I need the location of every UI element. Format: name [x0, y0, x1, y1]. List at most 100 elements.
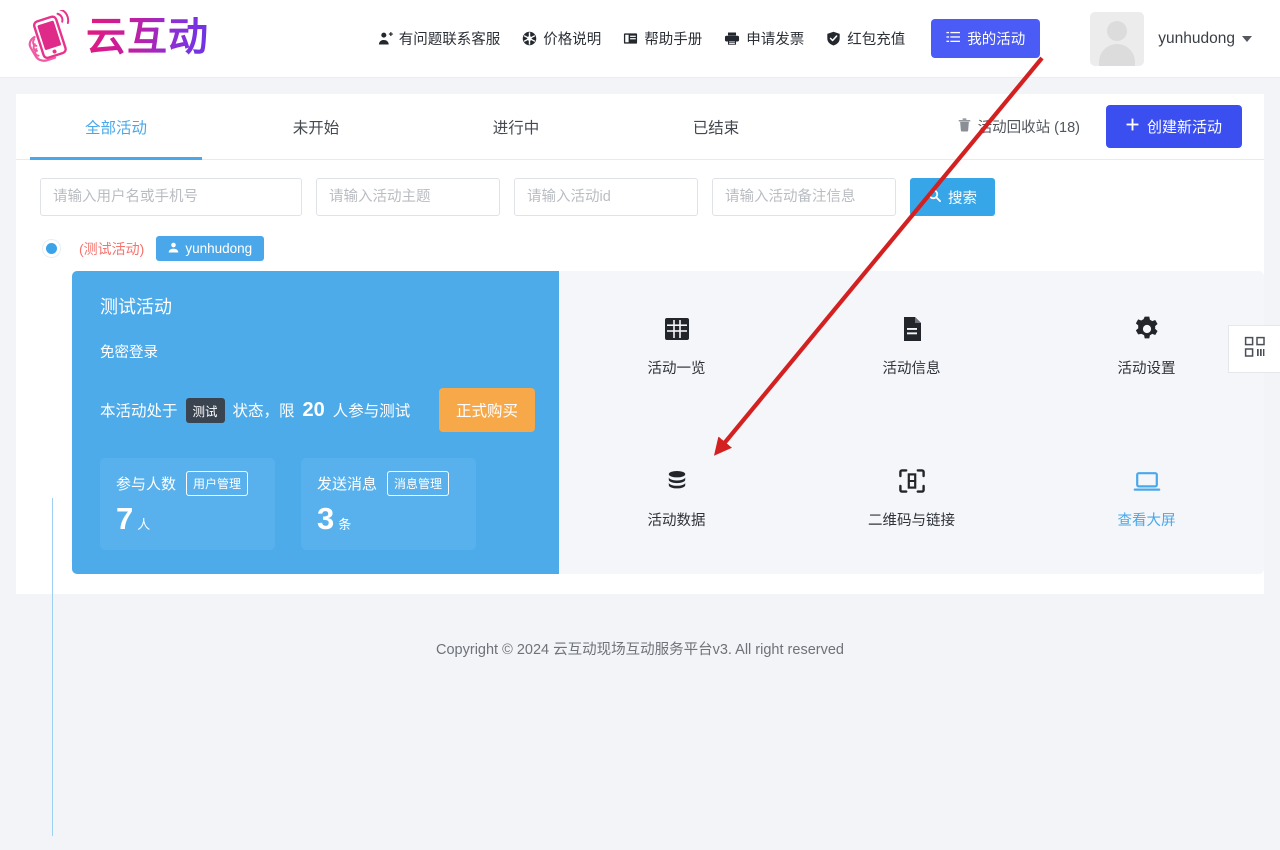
monitor-icon [1133, 467, 1161, 495]
nav-item-redpacket-recharge[interactable]: 红包充值 [826, 28, 905, 49]
activity-status-row: 本活动处于 测试 状态，限 20 人参与测试 正式购买 [100, 388, 535, 432]
my-activities-button[interactable]: 我的活动 [931, 19, 1041, 58]
document-icon [898, 315, 926, 343]
username[interactable]: yunhudong [1158, 30, 1252, 48]
search-input-username[interactable] [40, 178, 302, 216]
nav-label: 红包充值 [847, 32, 906, 48]
stat-value: 3 [317, 501, 335, 536]
activities-card: 全部活动 未开始 进行中 已结束 活动回收站 (18) 创建新活动 请输入用户名… [16, 94, 1264, 836]
user-icon [168, 241, 179, 256]
tab-ended[interactable]: 已结束 [616, 94, 816, 159]
list-icon [946, 30, 961, 48]
activity-status-text: 本活动处于 测试 状态，限 20 人参与测试 [100, 397, 411, 423]
action-qrcode-and-link[interactable]: 二维码与链接 [794, 467, 1029, 530]
search-icon [928, 188, 941, 206]
stat-label: 参与人数 [116, 476, 177, 493]
stat-value: 7 [116, 501, 134, 536]
nav-label: 有问题联系客服 [398, 32, 501, 48]
nav-item-contact-support[interactable]: 有问题联系客服 [378, 28, 501, 49]
status-prefix: 本活动处于 [100, 403, 178, 420]
logo[interactable]: 云互动 [22, 8, 209, 68]
stat-participants: 参与人数 用户管理 7人 [100, 458, 275, 550]
search-button[interactable]: 搜索 [910, 178, 995, 216]
recycle-bin-label: 活动回收站 (18) [977, 120, 1080, 136]
action-activity-info[interactable]: 活动信息 [794, 315, 1029, 378]
activity-owner-name: yunhudong [185, 241, 253, 256]
tab-in-progress[interactable]: 进行中 [416, 94, 616, 159]
stat-unit: 条 [338, 517, 352, 532]
nav-label: 申请发票 [746, 32, 805, 48]
stat-value-wrap: 7人 [116, 503, 261, 534]
activity-title: 测试活动 [100, 297, 172, 317]
copyright-text: Copyright © 2024 云互动现场互动服务平台v3. All righ… [436, 642, 844, 658]
activity-test-tag: (测试活动) [79, 240, 145, 257]
stat-unit: 人 [137, 517, 151, 532]
footer: Copyright © 2024 云互动现场互动服务平台v3. All righ… [16, 594, 1264, 659]
nav-label: 价格说明 [543, 32, 602, 48]
action-view-big-screen[interactable]: 查看大屏 [1029, 467, 1264, 530]
default-avatar-icon [1090, 11, 1145, 66]
action-label: 活动一览 [647, 361, 706, 378]
printer-icon [724, 31, 740, 46]
plus-icon [1126, 118, 1139, 135]
activity-body: 测试活动 免密登录 本活动处于 测试 状态，限 20 人参与测试 正式购买 参与… [72, 271, 1264, 574]
user-menu[interactable]: yunhudong [1090, 11, 1252, 66]
trash-icon [958, 117, 971, 136]
status-suffix: 人参与测试 [332, 403, 411, 420]
hand-holding-phone-icon [22, 8, 80, 68]
stat-header: 参与人数 用户管理 [116, 471, 261, 496]
stat-label: 发送消息 [317, 476, 378, 493]
page-body: 全部活动 未开始 进行中 已结束 活动回收站 (18) 创建新活动 请输入用户名… [0, 78, 1280, 836]
grid-icon [663, 315, 691, 343]
search-button-label: 搜索 [948, 190, 977, 207]
nav-item-help-manual[interactable]: 帮助手册 [623, 28, 702, 49]
message-management-button[interactable]: 消息管理 [387, 471, 450, 496]
chevron-down-icon [1242, 35, 1252, 42]
action-label: 活动数据 [647, 512, 706, 529]
tabs-bar: 全部活动 未开始 进行中 已结束 活动回收站 (18) 创建新活动 [16, 94, 1264, 160]
user-support-icon [378, 31, 393, 46]
action-activity-overview[interactable]: 活动一览 [559, 315, 794, 378]
qr-scan-icon [898, 467, 926, 495]
create-activity-button[interactable]: 创建新活动 [1105, 105, 1242, 148]
tab-label: 未开始 [292, 119, 340, 137]
search-input-title[interactable] [316, 178, 500, 216]
search-input-remark[interactable] [712, 178, 896, 216]
book-icon [623, 31, 638, 46]
stat-value-wrap: 3条 [317, 503, 462, 534]
activity-actions-panel: 活动一览 活动信息 活动设置 活动数据 二维码与链接 查看大屏 [559, 271, 1264, 574]
status-chip: 测试 [185, 397, 225, 423]
floating-qrcode-widget[interactable] [1228, 325, 1280, 373]
nav-label: 帮助手册 [644, 32, 703, 48]
activity-stats: 参与人数 用户管理 7人 发送消息 消息管理 3 条 [100, 458, 535, 550]
recycle-bin-link[interactable]: 活动回收站 (18) [958, 116, 1080, 137]
database-icon [663, 467, 691, 495]
action-label: 二维码与链接 [868, 512, 955, 529]
tab-all-activities[interactable]: 全部活动 [16, 94, 216, 160]
action-label: 活动信息 [882, 361, 941, 378]
filter-bar: 搜索 [16, 160, 1264, 230]
search-input-activity-id[interactable] [514, 178, 698, 216]
activity-subtitle: 免密登录 [100, 345, 158, 361]
tab-label: 进行中 [492, 119, 540, 137]
stat-header: 发送消息 消息管理 [317, 471, 462, 496]
activity-list: (测试活动) yunhudong 测试活动 免密登录 本活动处于 测试 状态，限… [16, 230, 1264, 836]
qr-code-icon [1244, 336, 1266, 363]
main-nav: 有问题联系客服 价格说明 帮助手册 申请发票 红包充值 我的活动 yunhudo… [378, 11, 1252, 66]
gear-icon [1133, 315, 1161, 343]
price-tag-icon [522, 31, 537, 46]
tab-not-started[interactable]: 未开始 [216, 94, 416, 159]
action-label: 活动设置 [1117, 361, 1176, 378]
nav-item-pricing[interactable]: 价格说明 [522, 28, 601, 49]
nav-item-invoice[interactable]: 申请发票 [724, 28, 804, 49]
logo-text: 云互动 [86, 13, 209, 60]
purchase-button[interactable]: 正式购买 [438, 388, 535, 432]
action-activity-data[interactable]: 活动数据 [559, 467, 794, 530]
my-activities-label: 我的活动 [967, 32, 1026, 48]
activity-summary-panel: 测试活动 免密登录 本活动处于 测试 状态，限 20 人参与测试 正式购买 参与… [72, 271, 559, 574]
username-text: yunhudong [1158, 29, 1235, 47]
tab-label: 已结束 [692, 119, 740, 137]
tab-label: 全部活动 [84, 119, 147, 137]
activity-owner-badge[interactable]: yunhudong [156, 236, 265, 261]
user-management-button[interactable]: 用户管理 [186, 471, 249, 496]
